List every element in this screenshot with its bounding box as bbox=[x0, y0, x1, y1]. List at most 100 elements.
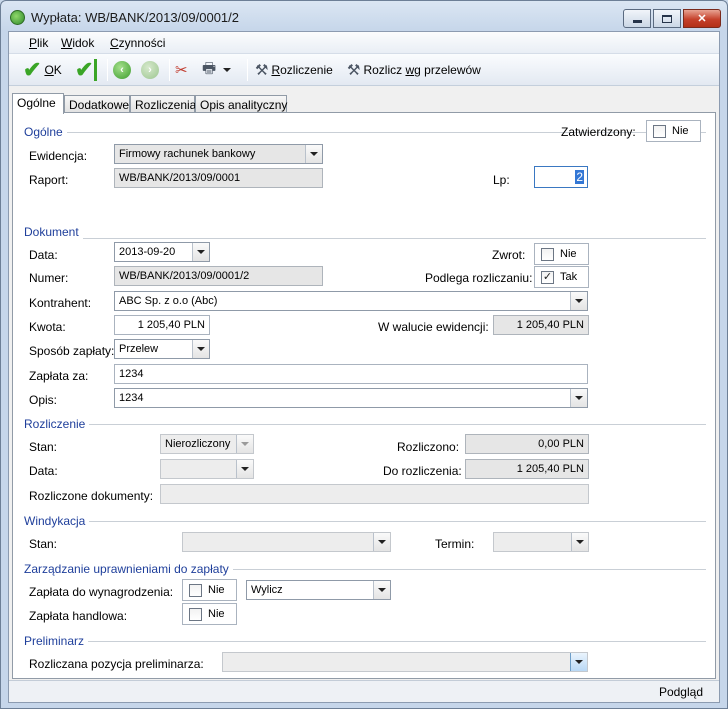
kwota-input[interactable]: 1 205,40 PLN bbox=[114, 315, 210, 335]
tab-ogolne[interactable]: Ogólne bbox=[12, 93, 64, 114]
termin-select[interactable] bbox=[493, 532, 589, 552]
general-panel: Ogólne Zatwierdzony: Nie Ewidencja: Firm… bbox=[12, 112, 716, 679]
wynagrodzenie-checkbox[interactable]: Nie bbox=[182, 579, 237, 601]
rozliczono-label: Rozliczono: bbox=[397, 440, 460, 454]
wind-stan-select[interactable] bbox=[182, 532, 391, 552]
numer-field: WB/BANK/2013/09/0001/2 bbox=[114, 266, 323, 286]
zatwierdzony-checkbox[interactable]: Nie bbox=[646, 120, 701, 142]
tab-dodatkowe[interactable]: Dodatkowe bbox=[64, 95, 130, 113]
checkbox-box bbox=[189, 608, 202, 621]
client-area: Plik Widok Czynności ✔ OK ✔ ‹ › ✂ 🖶 ⚒ Ro… bbox=[8, 31, 720, 703]
rozliczenie-button[interactable]: ⚒ Rozliczenie bbox=[255, 57, 333, 83]
chevron-down-icon bbox=[223, 68, 232, 72]
printer-icon: 🖶 bbox=[202, 59, 217, 77]
chevron-down-icon bbox=[310, 152, 318, 156]
lp-input[interactable]: 2 bbox=[534, 166, 588, 188]
pozycja-preliminarza-select[interactable] bbox=[222, 652, 588, 672]
lp-label: Lp: bbox=[493, 173, 510, 187]
rozliczone-dokumenty-field bbox=[160, 484, 589, 504]
opis-select[interactable]: 1234 bbox=[114, 388, 588, 408]
section-dokument: Dokument bbox=[24, 225, 83, 239]
minimize-button[interactable] bbox=[623, 9, 651, 28]
section-windykacja: Windykacja bbox=[24, 514, 90, 528]
checkbox-box bbox=[189, 584, 202, 597]
podlega-label: Podlega rozliczaniu: bbox=[425, 271, 533, 285]
handlowa-label: Zapłata handlowa: bbox=[29, 609, 128, 623]
tools-icon: ✂ bbox=[175, 62, 188, 79]
wylicz-select[interactable]: Wylicz bbox=[246, 580, 391, 600]
print-button[interactable]: 🖶 bbox=[202, 57, 232, 83]
chevron-down-icon bbox=[378, 540, 386, 544]
settle-icon: ⚒ bbox=[255, 62, 269, 79]
wind-stan-label: Stan: bbox=[29, 537, 58, 551]
chevron-down-icon bbox=[575, 660, 583, 664]
checkbox-box bbox=[653, 125, 666, 138]
main-window: Wypłata: WB/BANK/2013/09/0001/2 ✕ Plik W… bbox=[0, 0, 728, 709]
maximize-button[interactable] bbox=[653, 9, 681, 28]
handlowa-checkbox[interactable]: Nie bbox=[182, 603, 237, 625]
do-rozliczenia-label: Do rozliczenia: bbox=[383, 464, 462, 478]
ok-button[interactable]: ✔ OK bbox=[23, 57, 62, 83]
sposob-label: Sposób zapłaty: bbox=[29, 344, 115, 358]
toolbar-separator bbox=[169, 59, 170, 81]
sposob-zaplaty-select[interactable]: Przelew bbox=[114, 339, 210, 359]
back-icon: ‹ bbox=[113, 61, 131, 79]
close-icon: ✕ bbox=[697, 13, 707, 25]
ewidencja-label: Ewidencja: bbox=[29, 149, 88, 163]
rozl-stan-select[interactable]: Nierozliczony bbox=[160, 434, 254, 454]
termin-label: Termin: bbox=[435, 537, 475, 551]
ok-close-check-icon: ✔ bbox=[75, 59, 98, 81]
section-divider bbox=[24, 424, 706, 425]
menu-plik[interactable]: Plik bbox=[29, 36, 48, 50]
chevron-down-icon bbox=[241, 442, 249, 446]
close-button[interactable]: ✕ bbox=[683, 9, 721, 28]
data-date-picker[interactable]: 2013-09-20 bbox=[114, 242, 210, 262]
checkbox-box bbox=[541, 248, 554, 261]
raport-label: Raport: bbox=[29, 173, 69, 187]
back-button[interactable]: ‹ bbox=[113, 57, 131, 83]
rozlicz-wg-przelewow-button[interactable]: ⚒ Rozlicz wg przelewów bbox=[347, 57, 481, 83]
section-preliminarz: Preliminarz bbox=[24, 634, 89, 648]
chevron-down-icon bbox=[575, 396, 583, 400]
podlega-rozliczaniu-checkbox[interactable]: ✓ Tak bbox=[534, 266, 589, 288]
section-divider bbox=[24, 521, 706, 522]
pozycja-label: Rozliczana pozycja preliminarza: bbox=[29, 657, 204, 671]
kontrahent-label: Kontrahent: bbox=[29, 296, 92, 310]
kwota-label: Kwota: bbox=[29, 320, 66, 334]
toolbar-separator bbox=[247, 59, 248, 81]
chevron-down-icon bbox=[576, 540, 584, 544]
podglad-status[interactable]: Podgląd bbox=[659, 685, 703, 699]
menu-czynnosci[interactable]: Czynności bbox=[110, 36, 165, 50]
status-bar: Podgląd bbox=[9, 680, 719, 702]
app-icon bbox=[10, 10, 25, 25]
section-ogolne: Ogólne bbox=[24, 125, 67, 139]
rozl-data-label: Data: bbox=[29, 464, 58, 478]
zaplata-za-input[interactable]: 1234 bbox=[114, 364, 588, 384]
forward-button[interactable]: › bbox=[141, 57, 159, 83]
window-title: Wypłata: WB/BANK/2013/09/0001/2 bbox=[31, 10, 239, 25]
ewidencja-select[interactable]: Firmowy rachunek bankowy bbox=[114, 144, 323, 164]
section-divider bbox=[24, 238, 706, 239]
numer-label: Numer: bbox=[29, 271, 69, 285]
tools-button[interactable]: ✂ bbox=[175, 57, 188, 83]
chevron-down-icon bbox=[197, 250, 205, 254]
kontrahent-select[interactable]: ABC Sp. z o.o (Abc) bbox=[114, 291, 588, 311]
ok-close-button[interactable]: ✔ bbox=[75, 57, 98, 83]
settle-transfers-icon: ⚒ bbox=[347, 62, 361, 79]
zwrot-checkbox[interactable]: Nie bbox=[534, 243, 589, 265]
tab-rozliczenia[interactable]: Rozliczenia bbox=[130, 95, 196, 113]
chevron-down-icon bbox=[575, 299, 583, 303]
chevron-down-icon bbox=[197, 347, 205, 351]
check-icon: ✓ bbox=[541, 271, 554, 284]
zatwierdzony-label: Zatwierdzony: bbox=[561, 125, 636, 139]
zwrot-label: Zwrot: bbox=[492, 248, 526, 262]
rozl-stan-label: Stan: bbox=[29, 440, 58, 454]
rozl-data-picker[interactable] bbox=[160, 459, 254, 479]
chevron-down-icon bbox=[241, 467, 249, 471]
wynagrodzenie-label: Zapłata do wynagrodzenia: bbox=[29, 585, 174, 599]
section-rozliczenie: Rozliczenie bbox=[24, 417, 90, 431]
tab-opis-analityczny[interactable]: Opis analityczny bbox=[195, 95, 287, 113]
chevron-down-icon bbox=[378, 588, 386, 592]
menu-widok[interactable]: Widok bbox=[61, 36, 94, 50]
raport-field: WB/BANK/2013/09/0001 bbox=[114, 168, 323, 188]
